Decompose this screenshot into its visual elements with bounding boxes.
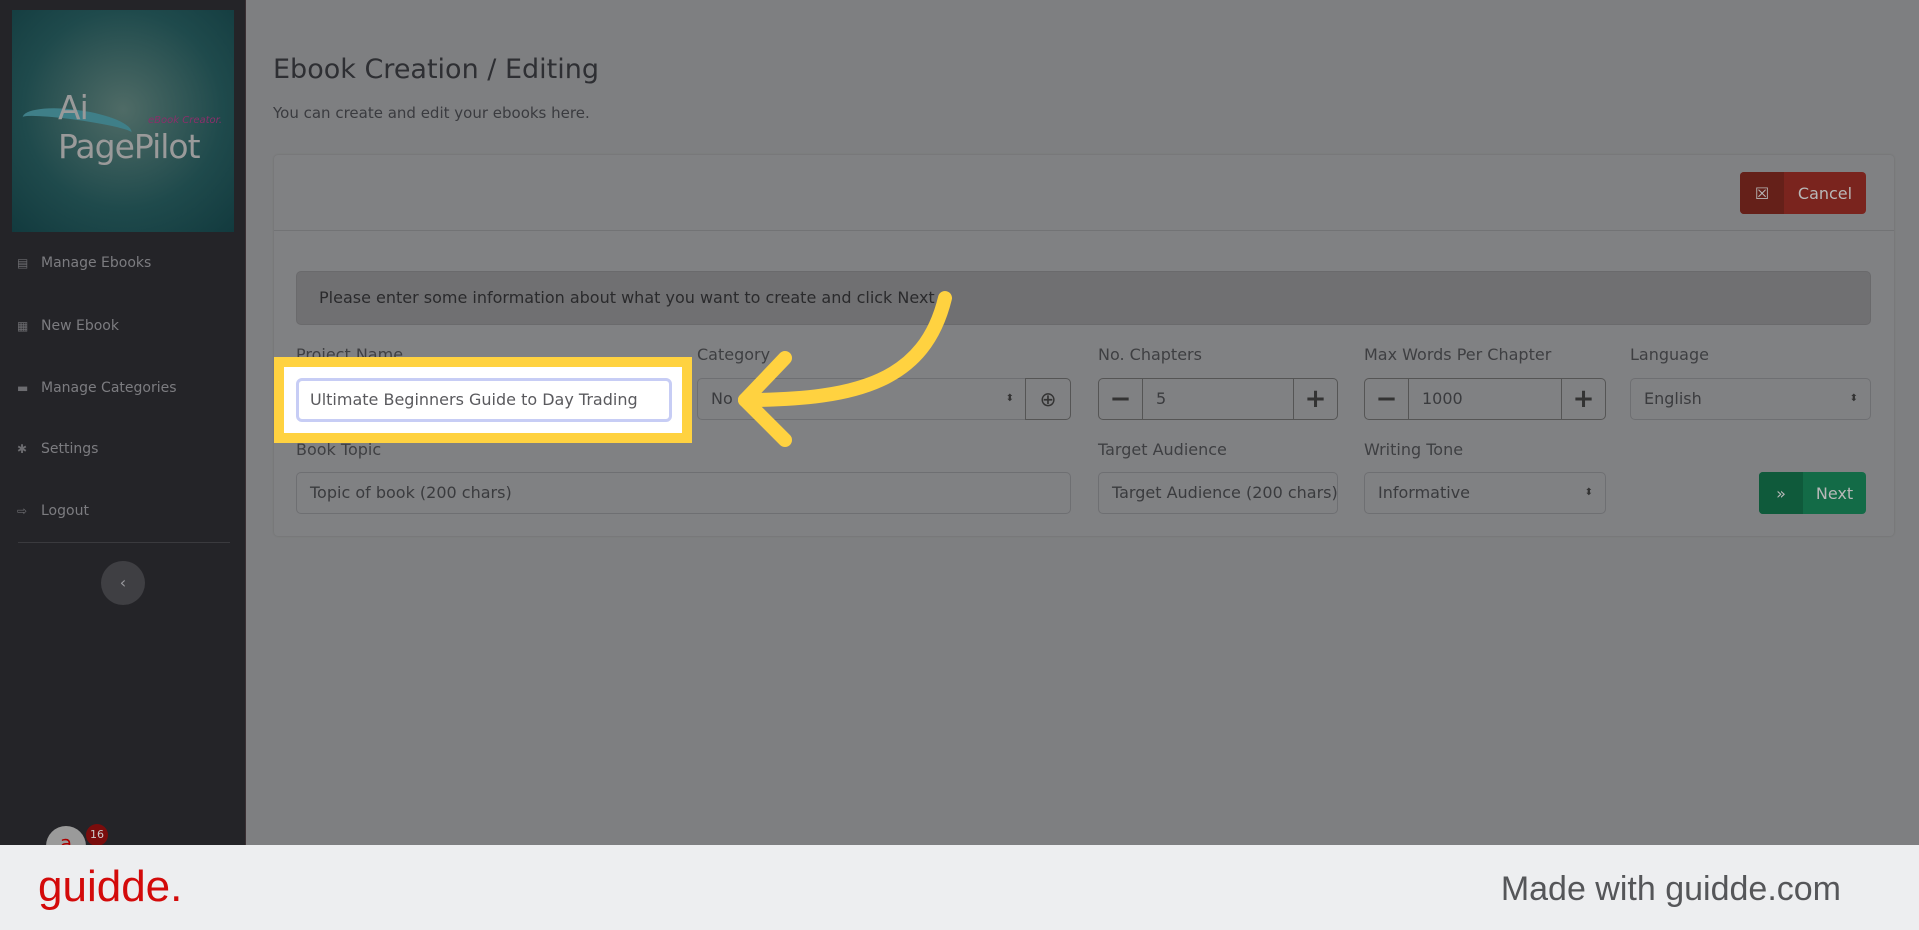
max-words-label: Max Words Per Chapter: [1364, 345, 1552, 364]
next-label: Next: [1815, 483, 1854, 503]
sidebar-divider: [18, 542, 230, 543]
target-audience-input[interactable]: Target Audience (200 chars): [1098, 472, 1338, 514]
category-select[interactable]: No ⬍: [697, 378, 1027, 420]
card-header: [274, 155, 1894, 231]
logo-subtext: eBook Creator.: [148, 115, 223, 126]
sidebar-item-manage-categories[interactable]: ▬ Manage Categories: [0, 373, 246, 403]
max-words-stepper[interactable]: − 1000 +: [1364, 378, 1606, 420]
category-value: No: [711, 389, 733, 408]
logo-text: Ai PagePilot: [58, 88, 201, 166]
decrement-words-button[interactable]: −: [1365, 379, 1408, 419]
notification-badge: 16: [86, 824, 108, 846]
guidde-logo: guidde.: [38, 862, 183, 911]
plus-circle-icon: ⊕: [1039, 387, 1057, 411]
decrement-chapters-button[interactable]: −: [1099, 379, 1142, 419]
cancel-button[interactable]: ☒ Cancel: [1740, 172, 1866, 214]
sidebar-item-settings[interactable]: ✱ Settings: [0, 434, 246, 464]
clipboard-icon: ▤: [17, 256, 29, 270]
made-with-text: Made with guidde.com: [1500, 870, 1841, 908]
logo[interactable]: Ai PagePilot eBook Creator.: [12, 10, 234, 232]
sidebar-item-manage-ebooks[interactable]: ▤ Manage Ebooks: [0, 248, 246, 278]
target-audience-label: Target Audience: [1098, 440, 1227, 459]
gear-icon: ✱: [17, 442, 28, 456]
select-arrows-icon: ⬍: [1005, 393, 1014, 404]
book-icon: ▦: [17, 319, 29, 333]
sidebar-item-logout[interactable]: ⇨ Logout: [0, 496, 246, 526]
writing-tone-select[interactable]: Informative ⬍: [1364, 472, 1606, 514]
writing-tone-value: Informative: [1378, 483, 1470, 502]
page-title: Ebook Creation / Editing: [273, 54, 599, 85]
language-select[interactable]: English ⬍: [1630, 378, 1871, 420]
sidebar-item-new-ebook[interactable]: ▦ New Ebook: [0, 311, 246, 341]
add-category-button[interactable]: ⊕: [1025, 378, 1071, 420]
writing-tone-label: Writing Tone: [1364, 440, 1464, 459]
language-label: Language: [1630, 345, 1709, 364]
increment-words-button[interactable]: +: [1562, 379, 1605, 419]
increment-chapters-button[interactable]: +: [1294, 379, 1337, 419]
book-topic-input[interactable]: Topic of book (200 chars): [296, 472, 1071, 514]
cancel-label: Cancel: [1797, 183, 1853, 203]
highlight-box: Ultimate Beginners Guide to Day Trading: [274, 357, 692, 443]
collapse-sidebar-button[interactable]: ‹: [101, 561, 145, 605]
next-button[interactable]: » Next: [1759, 472, 1866, 514]
sidebar-item-label: Manage Categories: [41, 380, 177, 396]
page-subtitle: You can create and edit your ebooks here…: [273, 104, 590, 122]
chevron-left-icon: ‹: [119, 573, 127, 592]
info-alert: Please enter some information about what…: [296, 271, 1871, 325]
double-chevron-right-icon: »: [1759, 472, 1803, 514]
sidebar-item-label: Settings: [41, 441, 99, 457]
sign-out-icon: ⇨: [17, 504, 28, 518]
sidebar-item-label: New Ebook: [41, 318, 119, 334]
project-name-input[interactable]: Ultimate Beginners Guide to Day Trading: [296, 378, 672, 422]
sidebar-item-label: Manage Ebooks: [41, 255, 152, 271]
chapters-input[interactable]: 5: [1142, 379, 1294, 419]
sidebar: Ai PagePilot eBook Creator. ▤ Manage Eboo…: [0, 0, 246, 866]
folder-plus-icon: ▬: [17, 381, 29, 395]
chapters-label: No. Chapters: [1098, 345, 1202, 364]
category-label: Category: [697, 345, 771, 364]
sidebar-item-label: Logout: [41, 503, 89, 519]
select-arrows-icon: ⬍: [1849, 393, 1858, 404]
language-value: English: [1644, 389, 1702, 408]
chapters-stepper[interactable]: − 5 +: [1098, 378, 1338, 420]
max-words-input[interactable]: 1000: [1408, 379, 1562, 419]
select-arrows-icon: ⬍: [1584, 487, 1593, 498]
close-square-icon: ☒: [1740, 172, 1784, 214]
